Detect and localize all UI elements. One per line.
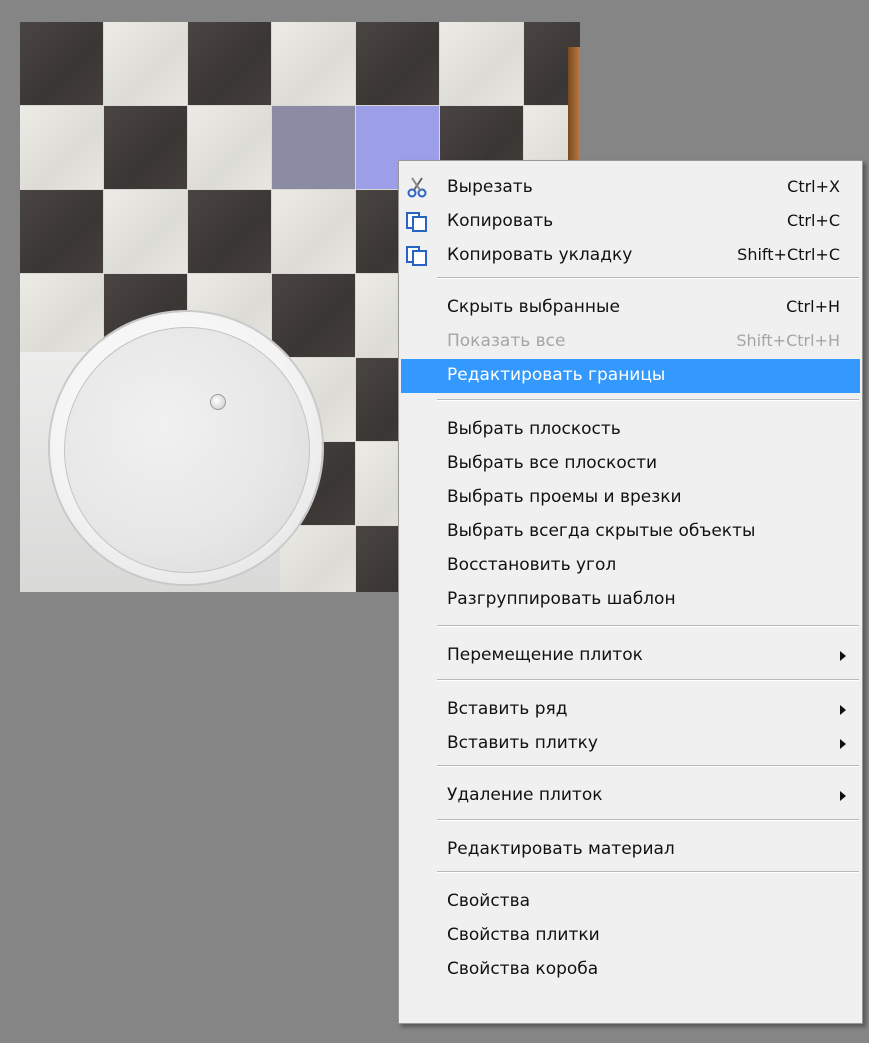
menu-item-label: Выбрать всегда скрытые объекты (447, 521, 756, 541)
menu-item-label: Перемещение плиток (447, 645, 643, 665)
menu-item-shortcut: Ctrl+X (787, 177, 840, 196)
submenu-arrow-icon (840, 739, 846, 749)
menu-item-ungroup-template[interactable]: Разгруппировать шаблон (401, 583, 860, 617)
submenu-arrow-icon (840, 651, 846, 661)
drain-icon (210, 394, 226, 410)
menu-item-label: Вставить ряд (447, 699, 568, 719)
menu-item-label: Выбрать все плоскости (447, 453, 658, 473)
floor-tile[interactable] (20, 106, 103, 189)
copy-layout-icon (406, 246, 427, 266)
menu-item-select-all-planes[interactable]: Выбрать все плоскости (401, 447, 860, 481)
menu-separator (437, 625, 859, 627)
menu-item-label: Копировать укладку (447, 245, 633, 265)
menu-item-tile-properties[interactable]: Свойства плитки (401, 919, 860, 953)
menu-item-edit-material[interactable]: Редактировать материал (401, 833, 860, 867)
menu-item-shortcut: Ctrl+H (786, 297, 840, 316)
shower-tray-basin (64, 327, 310, 573)
menu-item-shortcut: Shift+Ctrl+C (737, 245, 840, 264)
floor-tile[interactable] (440, 22, 523, 105)
menu-separator (437, 679, 859, 681)
menu-item-insert-tile[interactable]: Вставить плитку (401, 727, 860, 761)
menu-separator (437, 871, 859, 873)
menu-item-select-hidden-objects[interactable]: Выбрать всегда скрытые объекты (401, 515, 860, 549)
menu-item-select-plane[interactable]: Выбрать плоскость (401, 413, 860, 447)
menu-item-shortcut: Shift+Ctrl+H (736, 331, 840, 350)
menu-item-move-tiles[interactable]: Перемещение плиток (401, 639, 860, 673)
menu-item-label: Свойства (447, 891, 531, 911)
menu-separator (437, 765, 859, 767)
menu-item-label: Выбрать проемы и врезки (447, 487, 682, 507)
menu-item-label: Удаление плиток (447, 785, 603, 805)
menu-item-label: Восстановить угол (447, 555, 617, 575)
menu-item-insert-row[interactable]: Вставить ряд (401, 693, 860, 727)
menu-item-label: Редактировать материал (447, 839, 675, 859)
floor-tile[interactable] (272, 274, 355, 357)
submenu-arrow-icon (840, 705, 846, 715)
submenu-arrow-icon (840, 791, 846, 801)
menu-item-label: Копировать (447, 211, 554, 231)
menu-item-hide-selected[interactable]: Скрыть выбранные Ctrl+H (401, 291, 860, 325)
menu-separator (437, 399, 859, 401)
menu-item-copy-layout[interactable]: Копировать укладку Shift+Ctrl+C (401, 239, 860, 273)
menu-item-label: Скрыть выбранные (447, 297, 620, 317)
menu-item-show-all: Показать все Shift+Ctrl+H (401, 325, 860, 359)
floor-tile[interactable] (188, 190, 271, 273)
menu-item-shortcut: Ctrl+C (786, 211, 840, 230)
menu-item-label: Свойства плитки (447, 925, 600, 945)
floor-tile[interactable] (272, 190, 355, 273)
menu-item-label: Редактировать границы (447, 365, 666, 385)
menu-item-select-openings[interactable]: Выбрать проемы и врезки (401, 481, 860, 515)
floor-tile[interactable] (20, 190, 103, 273)
menu-item-label: Показать все (447, 331, 566, 351)
menu-separator (437, 277, 859, 279)
floor-tile[interactable] (20, 274, 103, 357)
floor-tile[interactable] (20, 22, 103, 105)
floor-tile[interactable] (104, 190, 187, 273)
floor-tile[interactable] (104, 106, 187, 189)
menu-item-label: Выбрать плоскость (447, 419, 621, 439)
menu-item-copy[interactable]: Копировать Ctrl+C (401, 205, 860, 239)
menu-item-label: Вырезать (447, 177, 533, 197)
floor-tile[interactable] (356, 22, 439, 105)
floor-tile[interactable] (188, 22, 271, 105)
menu-item-label: Вставить плитку (447, 733, 598, 753)
floor-tile[interactable] (272, 106, 355, 189)
menu-item-label: Свойства короба (447, 959, 599, 979)
menu-item-delete-tiles[interactable]: Удаление плиток (401, 779, 860, 813)
menu-item-label: Разгруппировать шаблон (447, 589, 676, 609)
scissors-icon (407, 177, 427, 198)
menu-item-edit-borders[interactable]: Редактировать границы (401, 359, 860, 393)
menu-item-restore-corner[interactable]: Восстановить угол (401, 549, 860, 583)
menu-separator (437, 819, 859, 821)
menu-item-box-properties[interactable]: Свойства короба (401, 953, 860, 987)
floor-tile[interactable] (104, 22, 187, 105)
floor-tile[interactable] (272, 22, 355, 105)
context-menu: Вырезать Ctrl+X Копировать Ctrl+C Копиро… (398, 160, 863, 1024)
menu-item-properties[interactable]: Свойства (401, 885, 860, 919)
copy-icon (406, 212, 427, 232)
menu-item-cut[interactable]: Вырезать Ctrl+X (401, 171, 860, 205)
floor-tile[interactable] (188, 106, 271, 189)
